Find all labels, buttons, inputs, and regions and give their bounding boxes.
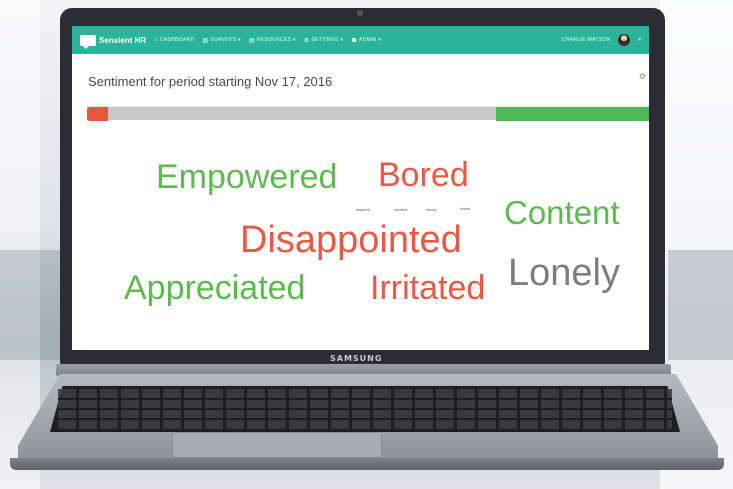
word-inspired-small: inspired [356, 207, 371, 212]
nav-settings-label: SETTINGS ▾ [311, 37, 344, 43]
laptop-brand-label: SAMSUNG [330, 354, 383, 363]
word-content-small: content [394, 207, 408, 212]
word-disappointed: Disappointed [240, 219, 462, 261]
nav-dashboard[interactable]: ⌂ DASHBOARD [154, 37, 194, 43]
word-appreciated: Appreciated [124, 269, 306, 307]
home-icon: ⌂ [154, 37, 159, 43]
nav-dashboard-label: DASHBOARD [160, 37, 195, 43]
sentiment-bar [87, 106, 649, 121]
chart-icon: ▥ [202, 37, 209, 44]
word-irritated: Irritated [370, 269, 486, 307]
document-icon: ▤ [248, 37, 255, 44]
user-menu[interactable]: CHARLIE WATSON [562, 37, 611, 43]
laptop-front-edge [10, 458, 724, 470]
chevron-down-icon[interactable]: ▾ [638, 37, 641, 43]
keyboard-row-gap [58, 418, 672, 420]
top-navbar: Sensient HR ⌂ DASHBOARD ▥ SURVEYS ▾ ▤ RE… [72, 26, 649, 54]
app-screen: Sensient HR ⌂ DASHBOARD ▥ SURVEYS ▾ ▤ RE… [72, 26, 649, 350]
keyboard-row-gap [58, 398, 672, 400]
webcam [357, 10, 363, 16]
background-right-blur [668, 250, 733, 360]
touchpad [172, 432, 382, 458]
gear-icon: ⚙ [303, 37, 310, 44]
brand-name: Sensient HR [99, 35, 147, 45]
user-name: CHARLIE WATSON [561, 37, 611, 43]
word-bored-small: bored [460, 206, 471, 211]
nav-surveys-label: SURVEYS ▾ [210, 37, 241, 43]
nav-surveys[interactable]: ▥ SURVEYS ▾ [202, 37, 240, 44]
nav-admin-label: ADMIN ▾ [358, 37, 382, 43]
sentiment-negative-segment [87, 107, 108, 121]
word-content: Content [504, 194, 620, 231]
nav-resources-label: RESOURCES ▾ [256, 37, 296, 43]
word-lonely: Lonely [508, 252, 620, 294]
word-bored: Bored [378, 156, 469, 194]
nav-resources[interactable]: ▤ RESOURCES ▾ [249, 37, 296, 44]
gear-icon[interactable]: ⚙ [639, 72, 646, 81]
nav-admin[interactable]: ☗ ADMIN ▾ [351, 37, 381, 44]
page-title: Sentiment for period starting Nov 17, 20… [88, 74, 333, 89]
keyboard-row-gap [58, 408, 672, 410]
word-lonely-small: lonely [426, 207, 437, 212]
user-icon: ☗ [351, 37, 357, 44]
chat-bubble-icon [80, 34, 96, 49]
word-empowered: Empowered [156, 158, 338, 196]
nav-settings[interactable]: ⚙ SETTINGS ▾ [304, 37, 344, 44]
background-left-blur [0, 250, 60, 360]
app-logo[interactable]: Sensient HR [80, 34, 147, 49]
avatar[interactable] [618, 34, 631, 46]
sentiment-positive-segment [496, 107, 649, 121]
